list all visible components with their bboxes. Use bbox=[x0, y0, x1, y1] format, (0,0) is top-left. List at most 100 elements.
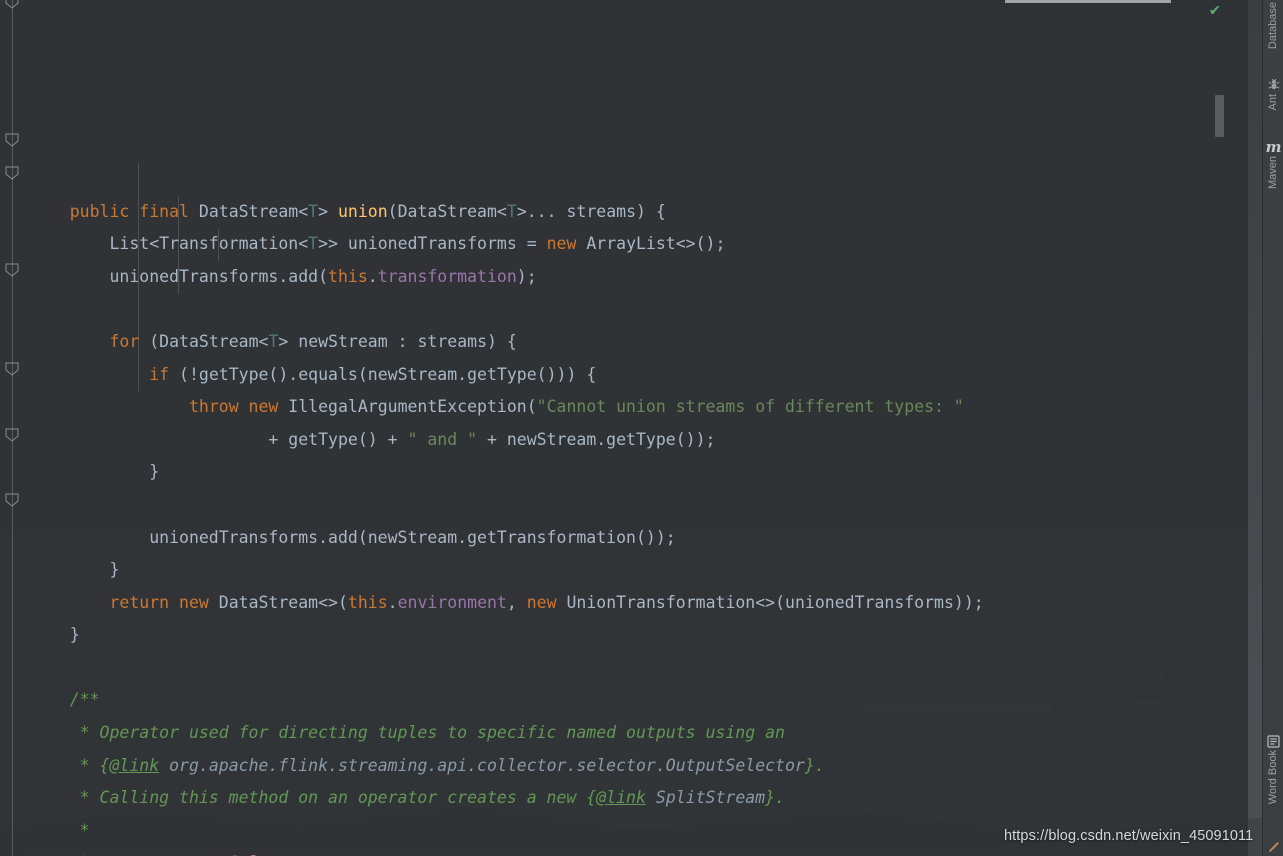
tool-button-maven[interactable]: m Maven bbox=[1263, 138, 1283, 189]
fold-marker-icon[interactable] bbox=[4, 262, 21, 279]
code-token: if bbox=[149, 364, 180, 384]
code-token: } bbox=[30, 625, 80, 645]
code-token: }. bbox=[765, 788, 785, 808]
code-token: environment bbox=[397, 592, 507, 612]
code-token: * { bbox=[30, 755, 110, 775]
code-token: unionedTransforms.add( bbox=[30, 266, 329, 286]
code-token: + newStream.getType()); bbox=[477, 429, 716, 449]
code-editor[interactable]: public final DataStream<T> union(DataStr… bbox=[0, 0, 1248, 856]
code-token: this bbox=[347, 592, 388, 612]
code-token: List<Transformation< bbox=[30, 234, 309, 254]
code-token: (DataStream< bbox=[387, 201, 507, 221]
tool-button-ant[interactable]: Ant bbox=[1263, 76, 1283, 111]
code-line[interactable]: return new DataStream<>(this.environment… bbox=[30, 587, 1248, 620]
code-token: transformation bbox=[377, 266, 517, 286]
code-token: union bbox=[337, 201, 388, 221]
tool-button-database-label: Database bbox=[1267, 2, 1279, 50]
code-token: " and " bbox=[407, 429, 478, 449]
code-line[interactable]: * @param outputSelector bbox=[30, 847, 1248, 856]
tool-button-word-book[interactable]: Word Book bbox=[1263, 732, 1283, 804]
code-line[interactable]: * Calling this method on an operator cre… bbox=[30, 782, 1248, 815]
csdn-watermark: https://blog.csdn.net/weixin_45091011 bbox=[1004, 828, 1254, 844]
code-line[interactable]: throw new IllegalArgumentException("Cann… bbox=[30, 391, 1248, 424]
code-line[interactable]: unionedTransforms.add(newStream.getTrans… bbox=[30, 522, 1248, 555]
pencil-icon bbox=[1263, 838, 1283, 856]
code-line[interactable] bbox=[30, 489, 1248, 522]
editor-gutter[interactable] bbox=[0, 0, 30, 856]
code-token: . bbox=[367, 266, 378, 286]
fold-marker-icon[interactable] bbox=[4, 165, 21, 182]
code-token: UnionTransformation<>(unionedTransforms)… bbox=[566, 592, 984, 612]
code-token: return new bbox=[109, 592, 219, 612]
code-line[interactable]: * {@link org.apache.flink.streaming.api.… bbox=[30, 750, 1248, 783]
fold-marker-icon[interactable] bbox=[4, 132, 21, 149]
code-text-area[interactable]: public final DataStream<T> union(DataStr… bbox=[30, 0, 1248, 856]
code-line[interactable]: for (DataStream<T> newStream : streams) … bbox=[30, 326, 1248, 359]
vertical-scrollbar[interactable] bbox=[1213, 0, 1225, 856]
green-check-icon[interactable]: ✔ bbox=[1206, 1, 1224, 19]
code-token: } bbox=[30, 560, 120, 580]
tool-button-maven-label: Maven bbox=[1267, 156, 1279, 190]
code-token: this bbox=[328, 266, 368, 286]
ant-icon bbox=[1263, 76, 1283, 94]
code-line[interactable]: + getType() + " and " + newStream.getTyp… bbox=[30, 424, 1248, 457]
code-line[interactable] bbox=[30, 652, 1248, 685]
code-token: unionedTransforms.add(newStream.getTrans… bbox=[30, 527, 676, 547]
code-token: ArrayList<>(); bbox=[586, 234, 726, 254]
tool-button-extra[interactable] bbox=[1263, 838, 1283, 856]
code-token: } bbox=[30, 462, 160, 482]
code-token: + getType() + bbox=[30, 429, 408, 449]
code-token: * Calling this method on an operator cre… bbox=[30, 788, 597, 808]
fold-marker-icon[interactable] bbox=[4, 0, 21, 11]
word-book-icon bbox=[1263, 732, 1283, 750]
code-token: >> unionedTransforms = bbox=[318, 234, 547, 254]
maven-icon: m bbox=[1265, 138, 1282, 156]
code-line[interactable]: } bbox=[30, 554, 1248, 587]
tool-button-ant-label: Ant bbox=[1267, 94, 1279, 111]
code-token: }. bbox=[804, 755, 825, 775]
code-line[interactable]: public final DataStream<T> union(DataStr… bbox=[30, 196, 1248, 229]
code-token: >... streams) { bbox=[516, 201, 666, 221]
code-token: , bbox=[506, 592, 527, 612]
code-token: new bbox=[526, 592, 567, 612]
code-token: @link bbox=[109, 755, 160, 775]
code-token: ); bbox=[516, 266, 537, 286]
code-token: @link bbox=[596, 788, 646, 808]
code-token: T bbox=[308, 201, 319, 221]
code-token: > newStream : streams) { bbox=[278, 331, 517, 351]
code-token: * bbox=[30, 820, 90, 840]
code-token: DataStream<>( bbox=[218, 592, 348, 612]
code-token: (!getType().equals(newStream.getType()))… bbox=[179, 364, 597, 384]
fold-marker-icon[interactable] bbox=[4, 492, 21, 509]
code-line[interactable]: if (!getType().equals(newStream.getType(… bbox=[30, 359, 1248, 392]
code-line[interactable]: } bbox=[30, 619, 1248, 652]
fold-marker-icon[interactable] bbox=[4, 361, 21, 378]
code-token: (DataStream< bbox=[149, 331, 269, 351]
scrollbar-thumb[interactable] bbox=[1215, 95, 1224, 137]
code-line[interactable]: /** bbox=[30, 684, 1248, 717]
code-line[interactable]: unionedTransforms.add(this.transformatio… bbox=[30, 261, 1248, 294]
code-token: > bbox=[318, 201, 338, 221]
tool-button-word-book-label: Word Book bbox=[1267, 750, 1279, 805]
code-line[interactable]: List<Transformation<T>> unionedTransform… bbox=[30, 228, 1248, 261]
fold-marker-icon[interactable] bbox=[4, 427, 21, 444]
right-tool-window-bar[interactable]: Database Ant m Maven Word Book bbox=[1262, 0, 1283, 856]
code-token: * Operator used for directing tuples to … bbox=[30, 723, 785, 743]
code-token: SplitStream bbox=[655, 788, 766, 808]
tool-button-database[interactable]: Database bbox=[1263, 2, 1283, 49]
code-token: public final bbox=[69, 201, 199, 221]
code-token: T bbox=[268, 331, 279, 351]
code-line[interactable] bbox=[30, 293, 1248, 326]
code-token: for bbox=[109, 331, 150, 351]
popup-bottom-edge bbox=[1005, 0, 1171, 3]
code-line[interactable]: * Operator used for directing tuples to … bbox=[30, 717, 1248, 750]
code-line[interactable]: } bbox=[30, 456, 1248, 489]
code-token: T bbox=[506, 201, 517, 221]
